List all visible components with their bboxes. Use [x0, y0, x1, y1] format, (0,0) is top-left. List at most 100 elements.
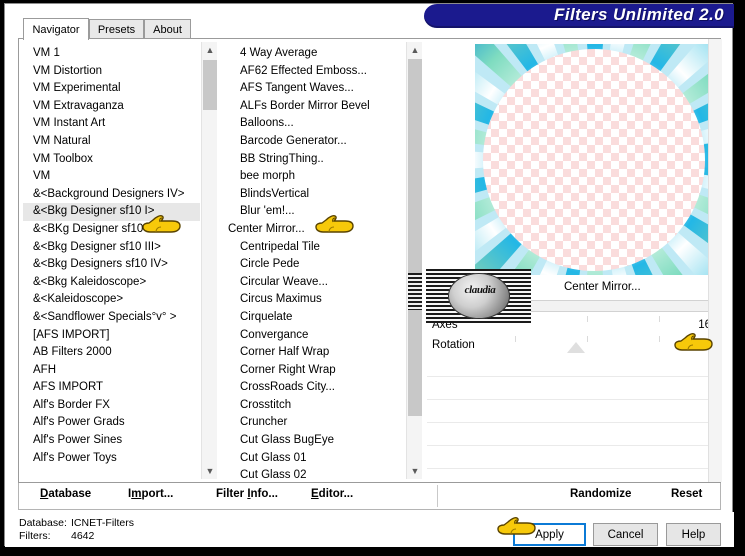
list-item[interactable]: Alf's Power Grads	[23, 414, 200, 432]
active-filter-name: Center Mirror...	[564, 281, 641, 293]
list-item[interactable]: AB Filters 2000	[23, 344, 200, 362]
preview-pane-scrollbar[interactable]	[708, 39, 722, 482]
scroll-up-icon[interactable]: ▲	[202, 42, 217, 58]
list-item[interactable]: Cruncher	[228, 414, 405, 432]
status-database-value: ICNET-Filters	[71, 517, 134, 529]
scroll-down-icon[interactable]: ▼	[407, 463, 422, 479]
list-item[interactable]: Cirquelate	[228, 309, 405, 327]
status-database-line: Database: ICNET-Filters	[19, 517, 134, 530]
list-item[interactable]: VM 1	[23, 45, 200, 63]
list-item[interactable]: Cut Glass BugEye	[228, 432, 405, 450]
tick-mark	[587, 336, 588, 342]
menu-database[interactable]: Database	[40, 488, 91, 500]
menu-randomize[interactable]: Randomize	[570, 488, 631, 500]
list-item[interactable]: Balloons...	[228, 115, 405, 133]
menu-filter-info[interactable]: Filter Info...	[216, 488, 278, 500]
menu-editor[interactable]: Editor...	[311, 488, 353, 500]
list-item-bkg-designer-sf10-i[interactable]: &<Bkg Designer sf10 I>	[23, 203, 200, 221]
status-text: Database: ICNET-Filters Filters: 4642	[19, 517, 134, 543]
list-item[interactable]: [AFS IMPORT]	[23, 327, 200, 345]
list-item[interactable]: Circus Maximus	[228, 291, 405, 309]
scroll-up-icon[interactable]: ▲	[407, 42, 422, 58]
list-item[interactable]: VM Natural	[23, 133, 200, 151]
list-item[interactable]: AFH	[23, 362, 200, 380]
list-item[interactable]: Centripedal Tile	[228, 239, 405, 257]
list-item[interactable]: BB StringThing..	[228, 151, 405, 169]
list-item[interactable]: VM Extravaganza	[23, 98, 200, 116]
status-database-key: Database:	[19, 517, 67, 529]
filter-listbox[interactable]: 4 Way Average AF62 Effected Emboss... AF…	[228, 42, 422, 479]
list-item[interactable]: AFS IMPORT	[23, 379, 200, 397]
param-label-rotation: Rotation	[432, 339, 475, 351]
list-item[interactable]: Convergance	[228, 327, 405, 345]
help-button[interactable]: Help	[666, 523, 721, 546]
list-item[interactable]: &<Bkg Designer sf10 III>	[23, 239, 200, 257]
list-item[interactable]: Alf's Power Toys	[23, 450, 200, 468]
list-item-center-mirror[interactable]: Center Mirror...	[228, 223, 305, 235]
list-item[interactable]: 4 Way Average	[228, 45, 405, 63]
list-item[interactable]: Cut Glass 02	[228, 467, 405, 479]
list-item[interactable]: VM Distortion	[23, 63, 200, 81]
param-row-empty	[427, 448, 718, 469]
tick-mark	[659, 316, 660, 322]
list-item[interactable]: Blur 'em!...	[228, 203, 405, 221]
list-item[interactable]: Alf's Power Sines	[23, 432, 200, 450]
apply-button[interactable]: Apply	[513, 523, 586, 546]
scroll-down-icon[interactable]: ▼	[202, 463, 217, 479]
list-item[interactable]: &<Bkg Designers sf10 IV>	[23, 256, 200, 274]
list-item[interactable]: Cut Glass 01	[228, 450, 405, 468]
list-item[interactable]: ALFs Border Mirror Bevel	[228, 98, 405, 116]
status-filters-line: Filters: 4642	[19, 530, 134, 543]
navigator-listbox[interactable]: VM 1 VM Distortion VM Experimental VM Ex…	[23, 42, 217, 479]
status-filters-key: Filters:	[19, 530, 51, 542]
scrollbar-thumb[interactable]	[408, 59, 422, 416]
list-item[interactable]: VM Toolbox	[23, 151, 200, 169]
list-item-row-selected: Center Mirror...	[228, 221, 405, 239]
filter-preview[interactable]	[475, 44, 715, 275]
tab-navigator[interactable]: Navigator	[23, 18, 89, 40]
list-item[interactable]: bee morph	[228, 168, 405, 186]
menu-divider	[437, 485, 438, 507]
list-item[interactable]: CrossRoads City...	[228, 379, 405, 397]
list-item[interactable]: AFS Tangent Waves...	[228, 80, 405, 98]
list-item[interactable]: VM Experimental	[23, 80, 200, 98]
list-item[interactable]: &<Sandflower Specials°v° >	[23, 309, 200, 327]
list-item[interactable]: Crosstitch	[228, 397, 405, 415]
list-item[interactable]: &<Background Designers IV>	[23, 186, 200, 204]
cancel-button[interactable]: Cancel	[593, 523, 658, 546]
menu-bar: Database Import... Filter Info... Editor…	[18, 483, 721, 510]
list-item[interactable]: Circle Pede	[228, 256, 405, 274]
list-item[interactable]: Circular Weave...	[228, 274, 405, 292]
scrollbar-thumb[interactable]	[203, 60, 217, 110]
filter-items: 4 Way Average AF62 Effected Emboss... AF…	[228, 45, 405, 479]
footer-bar: Database: ICNET-Filters Filters: 4642 Appl…	[5, 512, 734, 547]
list-item[interactable]: &<Bkg Kaleidoscope>	[23, 274, 200, 292]
list-item[interactable]: Alf's Border FX	[23, 397, 200, 415]
claudia-watermark: claudia	[426, 269, 531, 323]
list-item[interactable]: Corner Half Wrap	[228, 344, 405, 362]
tab-about[interactable]: About	[144, 19, 191, 39]
tick-mark	[515, 336, 516, 342]
scrollbar-thumb-grip[interactable]	[408, 273, 422, 310]
list-item[interactable]: &<BKg Designer sf10 II>	[23, 221, 200, 239]
list-item[interactable]: &<Kaleidoscope>	[23, 291, 200, 309]
tab-strip: Navigator Presets About	[5, 18, 734, 40]
filter-scrollbar[interactable]: ▲ ▼	[406, 42, 422, 479]
tab-presets[interactable]: Presets	[89, 19, 144, 39]
list-item[interactable]: BlindsVertical	[228, 186, 405, 204]
list-item[interactable]: AF62 Effected Emboss...	[228, 63, 405, 81]
filters-unlimited-window: Filters Unlimited 2.0 Navigator Presets …	[0, 0, 745, 556]
slider-knob-rotation[interactable]	[567, 342, 585, 353]
navigator-items: VM 1 VM Distortion VM Experimental VM Ex…	[23, 45, 200, 467]
menu-reset[interactable]: Reset	[671, 488, 702, 500]
menu-import[interactable]: Import...	[128, 488, 173, 500]
list-item[interactable]: Barcode Generator...	[228, 133, 405, 151]
preview-pane: Center Mirror... Axes 16 Rotation 128 cl…	[423, 39, 722, 482]
navigator-scrollbar[interactable]: ▲ ▼	[201, 42, 217, 479]
param-row-rotation[interactable]: Rotation 128	[427, 336, 718, 357]
status-filters-value: 4642	[71, 530, 95, 542]
list-item[interactable]: VM	[23, 168, 200, 186]
preview-transparency-circle	[483, 49, 705, 271]
list-item[interactable]: VM Instant Art	[23, 115, 200, 133]
list-item[interactable]: Corner Right Wrap	[228, 362, 405, 380]
